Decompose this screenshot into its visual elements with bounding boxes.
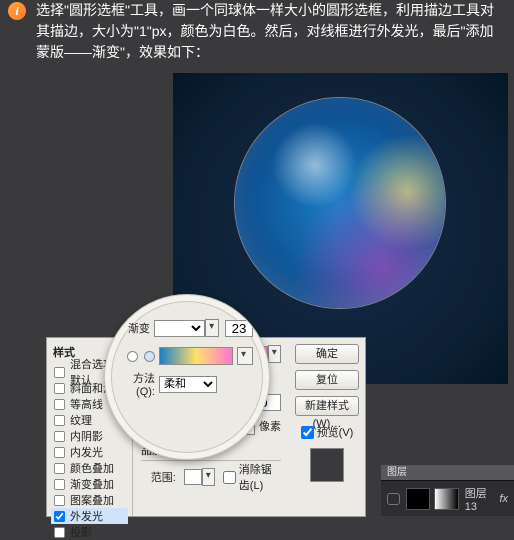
magnifier-content: 渐变 方法(Q): 柔和 [121,317,253,437]
contour-swatch[interactable] [184,469,202,485]
ok-button[interactable]: 确定 [295,344,359,364]
mag-gradient-dropdown-icon[interactable] [205,319,219,337]
style-option[interactable]: 颜色叠加 [51,460,128,476]
style-option[interactable]: 内发光 [51,444,128,460]
dialog-buttons: 确定 复位 新建样式(W)… 预览(V) [289,338,365,516]
step-info: 选择"圆形选框"工具，画一个同球体一样大小的圆形选框，利用描边工具对其描边，大小… [0,0,514,71]
new-style-button[interactable]: 新建样式(W)… [295,396,359,416]
style-option-label: 内阴影 [70,428,103,444]
style-option-checkbox[interactable] [54,462,65,473]
style-option[interactable]: 内阴影 [51,428,128,444]
preview-thumbnail [310,448,344,482]
style-option[interactable]: 外发光 [51,508,128,524]
preview-checkbox[interactable]: 预览(V) [301,424,354,440]
size-unit: 像素 [259,418,281,434]
style-option-checkbox[interactable] [54,446,65,457]
style-option-checkbox[interactable] [54,398,65,409]
style-option-checkbox[interactable] [54,366,65,377]
style-option-label: 内发光 [70,444,103,460]
mag-method-select[interactable]: 柔和 [159,376,217,393]
style-option-label: 等高线 [70,396,103,412]
style-option-checkbox[interactable] [54,526,65,537]
mag-method-label: 方法(Q): [121,370,155,398]
style-option[interactable]: 投影 [51,524,128,540]
layer-mask-thumbnail[interactable] [434,488,458,510]
style-option-label: 图案叠加 [70,492,114,508]
style-option-checkbox[interactable] [54,414,65,425]
layer-thumbnail[interactable] [406,488,430,510]
antialias-checkbox[interactable]: 消除锯齿(L) [223,461,281,493]
style-option-label: 渐变叠加 [70,476,114,492]
mag-swatch-dropdown-icon[interactable] [237,347,253,365]
gradient-dropdown-icon[interactable] [268,345,281,363]
mag-radio-a[interactable] [127,351,138,362]
style-option[interactable]: 渐变叠加 [51,476,128,492]
range-label: 范围: [141,469,176,485]
layers-panel-header: 图层 [381,465,514,480]
info-icon [8,2,26,20]
mag-value-input[interactable] [225,320,253,337]
mag-radio-b[interactable] [144,351,155,362]
style-option-checkbox[interactable] [54,382,65,393]
mag-gradient-swatch[interactable] [159,347,233,365]
step-text: 选择"圆形选框"工具，画一个同球体一样大小的圆形选框，利用描边工具对其描边，大小… [36,0,504,63]
mag-gradient-select[interactable] [154,320,205,337]
contour-dropdown-icon[interactable] [202,468,215,486]
style-option[interactable]: 图案叠加 [51,492,128,508]
cancel-button[interactable]: 复位 [295,370,359,390]
style-option-label: 外发光 [70,508,103,524]
style-option-checkbox[interactable] [54,494,65,505]
layers-row[interactable]: 图层 13 fx [381,480,514,516]
mag-gradient-label: 渐变 [121,320,150,336]
visibility-toggle-icon[interactable] [387,493,400,505]
fx-badge: fx [499,493,508,505]
style-option-checkbox[interactable] [54,478,65,489]
layer-name: 图层 13 [465,485,500,513]
magnifier-lens: 渐变 方法(Q): 柔和 [104,294,270,460]
style-option-checkbox[interactable] [54,510,65,521]
sphere-glow [235,98,445,308]
style-option-label: 投影 [70,524,92,540]
style-option-checkbox[interactable] [54,430,65,441]
style-option-label: 纹理 [70,412,92,428]
style-option-label: 颜色叠加 [70,460,114,476]
